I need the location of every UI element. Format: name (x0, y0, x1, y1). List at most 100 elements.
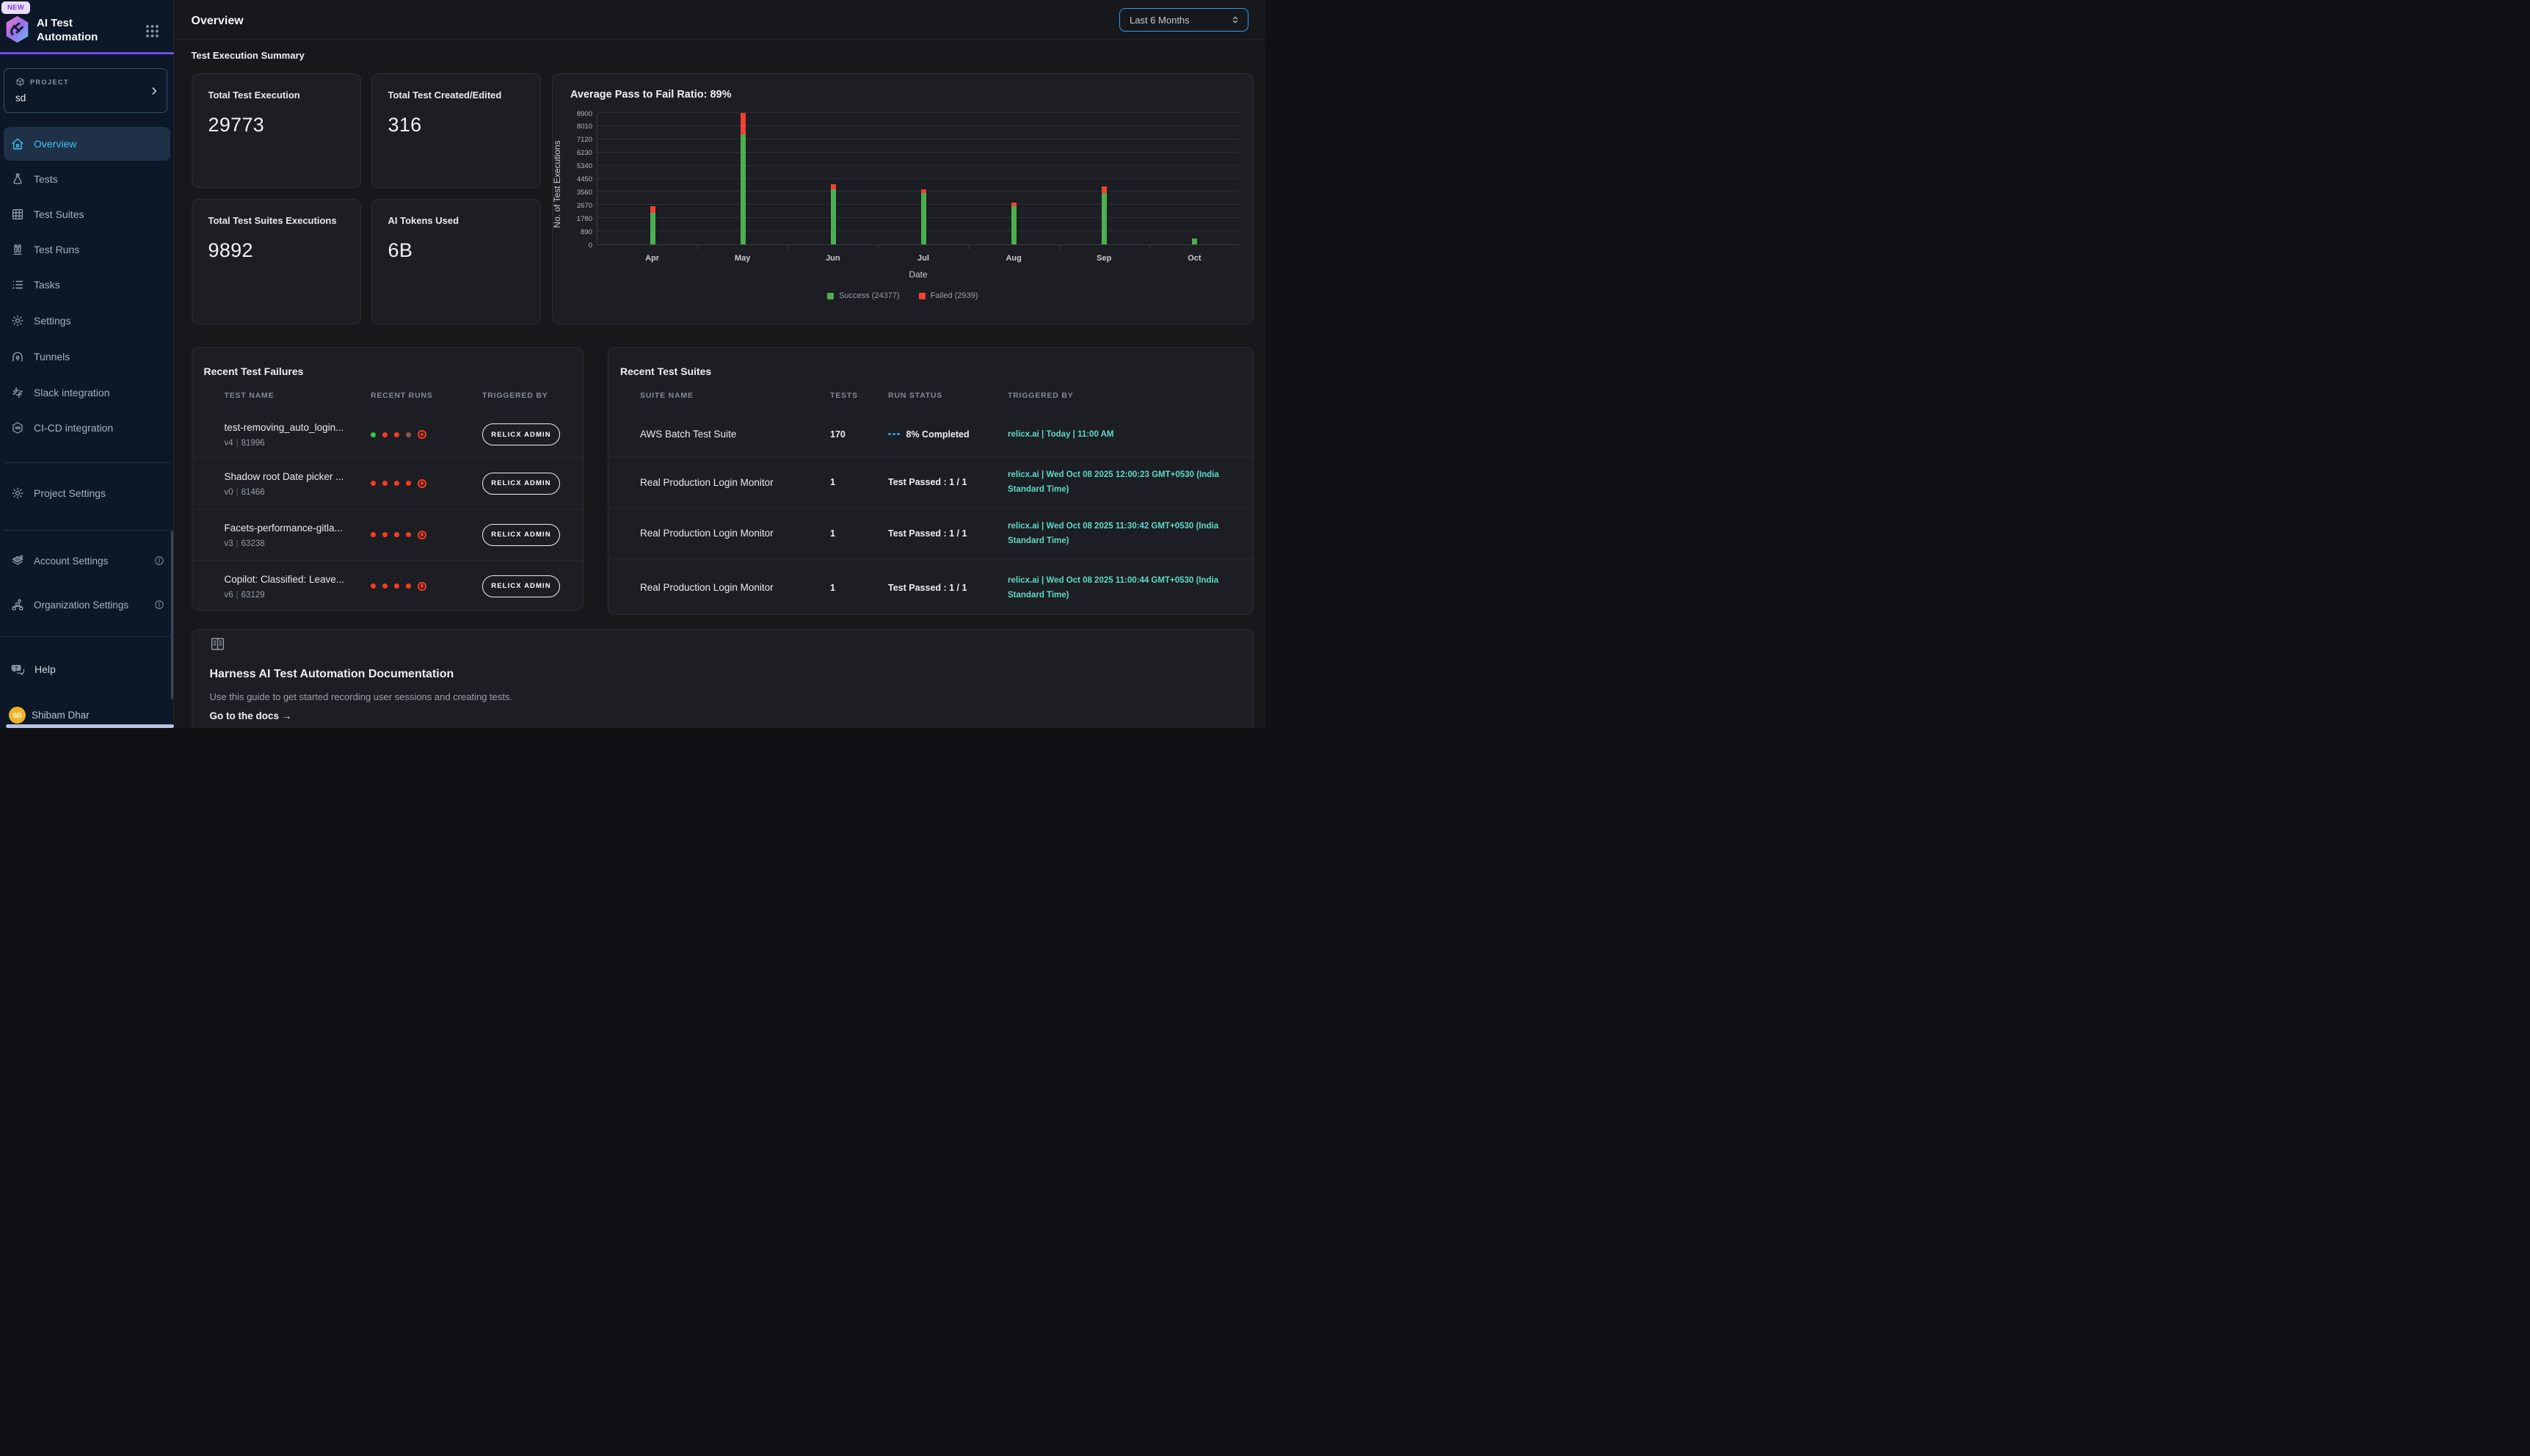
brand-divider (0, 52, 174, 54)
suite-name: Real Production Login Monitor (640, 581, 830, 594)
sidebar-item-tests[interactable]: Tests (4, 162, 170, 196)
run-dot[interactable] (406, 583, 411, 589)
sidebar-item-project-settings[interactable]: Project Settings (4, 476, 170, 510)
stat-label: Total Test Execution (192, 74, 360, 102)
run-dot[interactable] (406, 532, 411, 537)
sidebar-item-label: Slack integration (34, 387, 110, 398)
sidebar-item-account-settings[interactable]: Account Settings (4, 544, 170, 578)
test-version-id: v0|81466 (225, 488, 371, 497)
y-tick-label: 3560 (563, 189, 592, 197)
failure-row[interactable]: Shadow root Date picker ... v0|81466 RELIC… (192, 457, 584, 509)
triggered-by-button[interactable]: RELICX ADMIN (482, 423, 560, 445)
run-dot[interactable] (382, 432, 388, 437)
recent-runs (371, 430, 482, 439)
x-tick-mark (969, 245, 970, 250)
progress-dots-icon (888, 433, 900, 436)
bar-apr (650, 206, 655, 244)
horizontal-scrollbar[interactable] (6, 724, 174, 729)
sidebar-item-help[interactable]: ? Help (4, 652, 170, 686)
chevron-right-icon (149, 86, 159, 96)
sidebar-item-label: CI-CD integration (34, 422, 113, 434)
app-logo-icon (5, 15, 29, 43)
triggered-by-button[interactable]: RELICX ADMIN (482, 524, 560, 546)
sidebar-scrollbar[interactable] (171, 531, 173, 699)
run-dot[interactable] (394, 432, 399, 437)
sidebar-item-test-runs[interactable]: Test Runs (4, 233, 170, 266)
run-dot-latest-failed[interactable] (418, 479, 426, 488)
triggered-by-button[interactable]: RELICX ADMIN (482, 473, 560, 495)
test-name: Shadow root Date picker ... (225, 470, 371, 483)
run-dot[interactable] (394, 481, 399, 486)
sidebar-item-organization-settings[interactable]: Organization Settings (4, 586, 170, 624)
sidebar-item-label: Settings (34, 315, 71, 327)
suite-row[interactable]: Real Production Login Monitor1Test Passe… (608, 507, 1253, 558)
sidebar-item-tasks[interactable]: Tasks (4, 268, 170, 302)
x-tick-label: Aug (969, 254, 1059, 263)
stat-value: 29773 (192, 114, 360, 136)
project-cube-icon (15, 77, 25, 87)
column-header: RECENT RUNS (371, 391, 482, 400)
user-menu[interactable]: SD Shibam Dhar (9, 707, 90, 724)
x-tick-label: Apr (607, 254, 697, 263)
run-dot[interactable] (382, 481, 388, 486)
info-icon[interactable] (154, 556, 164, 566)
stat-card-total-test-created-edited: Total Test Created/Edited316 (371, 73, 541, 188)
sidebar-item-tunnels[interactable]: Tunnels (4, 340, 170, 374)
suite-row[interactable]: AWS Batch Test Suite1708% Completedrelic… (608, 412, 1253, 456)
org-icon (11, 598, 24, 611)
run-dot[interactable] (394, 583, 399, 589)
docs-link[interactable]: Go to the docs → (210, 710, 292, 721)
column-header: RUN STATUS (888, 391, 1008, 400)
legend-item[interactable]: Success (24377) (827, 291, 900, 300)
page-title: Overview (192, 15, 244, 28)
time-range-select[interactable]: Last 6 Months (1119, 8, 1248, 32)
run-dot-latest-failed[interactable] (418, 531, 426, 539)
run-dot[interactable] (406, 481, 411, 486)
suite-name: Real Production Login Monitor (640, 527, 830, 539)
recent-runs (371, 479, 482, 488)
sidebar-item-slack-integration[interactable]: Slack integration (4, 376, 170, 410)
run-dot[interactable] (371, 432, 376, 437)
run-dot[interactable] (371, 532, 376, 537)
run-dot-latest-failed[interactable] (418, 582, 426, 591)
failures-title: Recent Test Failures (204, 365, 304, 377)
legend-swatch (919, 293, 926, 299)
run-dot[interactable] (394, 532, 399, 537)
y-tick-label: 6230 (563, 149, 592, 157)
y-tick-label: 4450 (563, 175, 592, 183)
legend-item[interactable]: Failed (2939) (919, 291, 978, 300)
sidebar-item-ci-cd-integration[interactable]: CI-CD integration (4, 411, 170, 445)
failure-row[interactable]: Facets-performance-gitla...v3|63238RELIC… (192, 509, 584, 560)
sidebar-item-test-suites[interactable]: Test Suites (4, 197, 170, 231)
sidebar-item-overview[interactable]: Overview (4, 127, 170, 161)
help-chat-icon: ? (11, 663, 25, 677)
divider (0, 636, 174, 637)
app-switcher-icon[interactable] (145, 24, 159, 38)
project-selector[interactable]: PROJECT sd (4, 68, 167, 113)
column-header: TRIGGERED BY (1008, 391, 1253, 400)
bar-segment-success (921, 193, 926, 244)
stat-card-total-test-execution: Total Test Execution 29773 (192, 73, 361, 188)
chart-title: Average Pass to Fail Ratio: 89% (570, 89, 731, 101)
info-icon[interactable] (154, 600, 164, 610)
sidebar-item-label: Tunnels (34, 351, 70, 363)
grid-icon (11, 208, 24, 221)
sidebar-item-settings[interactable]: Settings (4, 304, 170, 338)
suite-row[interactable]: Real Production Login Monitor1Test Passe… (608, 558, 1253, 616)
run-dot-latest-failed[interactable] (418, 430, 426, 439)
run-dot[interactable] (406, 432, 411, 437)
run-dot[interactable] (371, 481, 376, 486)
triggered-by-button[interactable]: RELICX ADMIN (482, 575, 560, 597)
y-tick-label: 2670 (563, 202, 592, 210)
bar-segment-failed (650, 206, 655, 213)
run-dot[interactable] (371, 583, 376, 589)
suite-row[interactable]: Real Production Login Monitor1Test Passe… (608, 456, 1253, 507)
run-dot[interactable] (382, 532, 388, 537)
y-tick-label: 5340 (563, 162, 592, 170)
x-tick-mark (878, 245, 879, 250)
failure-row[interactable]: Copilot: Classified: Leave...v6|63129REL… (192, 560, 584, 611)
failure-row[interactable]: test-removing_auto_login...v4|81996RELIC… (192, 412, 584, 457)
bar-segment-success (1102, 193, 1107, 244)
y-tick-label: 8900 (563, 110, 592, 118)
run-dot[interactable] (382, 583, 388, 589)
